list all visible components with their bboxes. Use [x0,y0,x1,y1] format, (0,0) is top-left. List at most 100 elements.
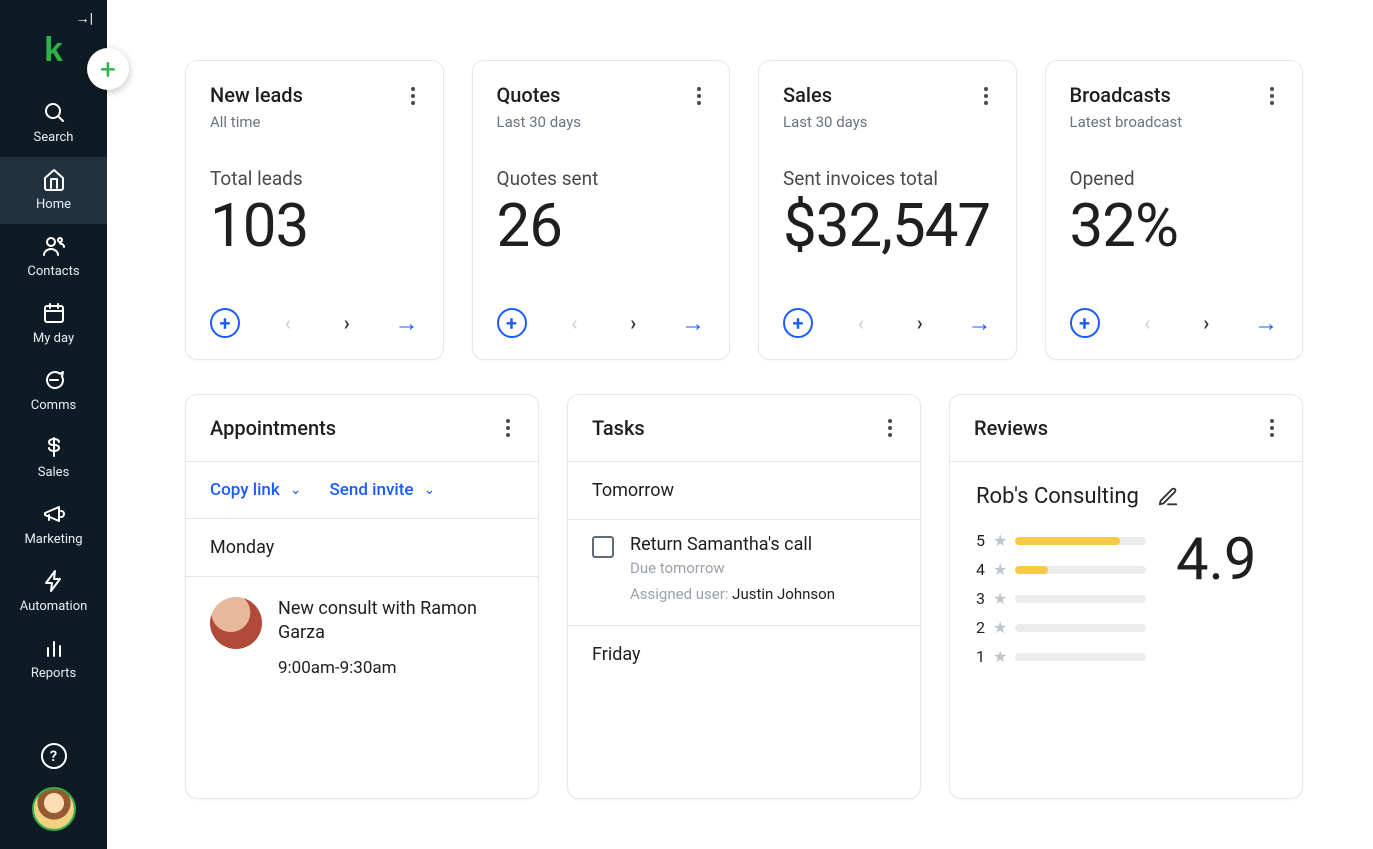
add-icon[interactable]: + [210,308,240,338]
next-icon[interactable]: › [909,307,931,339]
sidebar: →| k + Search Home Contacts My day Com [0,0,107,849]
bar-label: 5 [976,531,985,550]
open-arrow-icon[interactable]: → [395,309,419,338]
user-avatar[interactable] [32,787,76,831]
next-icon[interactable]: › [336,307,358,339]
day-heading: Friday [568,626,920,683]
star-icon: ★ [993,647,1007,666]
rating-bars: 5 ★ 4 ★ 3 ★ 2 ★ 1 ★ [976,531,1146,666]
help-icon[interactable]: ? [41,743,67,769]
link-label: Copy link [210,480,280,500]
assigned-user: Justin Johnson [732,585,835,603]
star-icon: ★ [993,589,1007,608]
bar-track [1015,653,1146,661]
card-menu-icon[interactable] [407,83,419,109]
bar-track [1015,624,1146,632]
nav-contacts[interactable]: Contacts [0,224,107,291]
home-icon [42,167,66,191]
reviews-card: Reviews Rob's Consulting 5 ★ 4 ★ 3 ★ 2 ★… [949,394,1303,799]
assigned-label: Assigned user: [630,585,732,603]
next-icon[interactable]: › [1195,307,1217,339]
reports-icon [42,636,66,660]
link-label: Send invite [330,480,414,500]
stat-label: Sent invoices total [783,167,992,190]
appointments-card: Appointments Copy link ⌄ Send invite ⌄ M… [185,394,539,799]
nav-label: Comms [31,398,76,413]
nav-label: Contacts [27,264,79,279]
open-arrow-icon[interactable]: → [681,309,705,338]
prev-icon: ‹ [850,307,872,339]
stat-value: 103 [210,196,419,256]
next-icon[interactable]: › [622,307,644,339]
appointment-title: New consult with Ramon Garza [278,597,514,646]
search-icon [42,100,66,124]
star-icon: ★ [993,560,1007,579]
nav-home[interactable]: Home [0,157,107,224]
stat-label: Quotes sent [497,167,706,190]
bar-track [1015,537,1146,545]
nav-label: Search [34,130,74,145]
task-checkbox[interactable] [592,536,614,558]
card-menu-icon[interactable] [502,415,514,441]
bar-fill [1015,566,1048,574]
reviews-title: Reviews [974,416,1048,440]
nav-label: My day [33,331,74,346]
bolt-icon [42,569,66,593]
stat-card: Broadcasts Latest broadcast Opened 32% +… [1045,60,1304,360]
nav-myday[interactable]: My day [0,291,107,358]
stat-title: Sales [783,83,868,107]
day-heading: Monday [186,519,538,577]
bar-label: 2 [976,618,985,637]
tasks-card: Tasks Tomorrow Return Samantha's call Du… [567,394,921,799]
rating-bar-row: 1 ★ [976,647,1146,666]
bar-label: 3 [976,589,985,608]
card-menu-icon[interactable] [1266,83,1278,109]
logo: k [44,31,63,70]
nav-label: Automation [20,599,88,614]
prev-icon: ‹ [277,307,299,339]
send-invite-dropdown[interactable]: Send invite ⌄ [330,480,436,500]
bar-label: 1 [976,647,985,666]
stats-row: New leads All time Total leads 103 + ‹ ›… [185,60,1303,360]
tasks-title: Tasks [592,416,645,440]
edit-icon[interactable] [1157,486,1179,508]
chat-icon [42,368,66,392]
stat-value: 32% [1070,196,1279,256]
add-button[interactable]: + [87,48,129,90]
day-heading: Tomorrow [568,462,920,520]
add-icon[interactable]: + [497,308,527,338]
open-arrow-icon[interactable]: → [1254,309,1278,338]
nav-search[interactable]: Search [0,90,107,157]
card-menu-icon[interactable] [1266,415,1278,441]
megaphone-icon [42,502,66,526]
nav-automation[interactable]: Automation [0,559,107,626]
contacts-icon [42,234,66,258]
stat-subtitle: Last 30 days [783,113,868,131]
money-icon [42,435,66,459]
stat-label: Total leads [210,167,419,190]
add-icon[interactable]: + [783,308,813,338]
task-due: Due tomorrow [630,559,835,577]
nav-sales[interactable]: Sales [0,425,107,492]
appointment-item[interactable]: New consult with Ramon Garza 9:00am-9:30… [186,577,538,698]
nav: Search Home Contacts My day Comms Sales [0,90,107,693]
bar-track [1015,566,1146,574]
card-menu-icon[interactable] [884,415,896,441]
chevron-down-icon: ⌄ [424,482,436,498]
nav-reports[interactable]: Reports [0,626,107,693]
nav-marketing[interactable]: Marketing [0,492,107,559]
copy-link-dropdown[interactable]: Copy link ⌄ [210,480,302,500]
stat-value: 26 [497,196,706,256]
add-icon[interactable]: + [1070,308,1100,338]
collapse-sidebar-icon[interactable]: →| [76,10,93,27]
card-menu-icon[interactable] [980,83,992,109]
card-menu-icon[interactable] [693,83,705,109]
open-arrow-icon[interactable]: → [968,309,992,338]
rating-value: 4.9 [1176,531,1257,589]
task-item[interactable]: Return Samantha's call Due tomorrow Assi… [568,520,920,626]
star-icon: ★ [993,618,1007,637]
nav-comms[interactable]: Comms [0,358,107,425]
stat-card: New leads All time Total leads 103 + ‹ ›… [185,60,444,360]
rating-bar-row: 5 ★ [976,531,1146,550]
stat-card: Quotes Last 30 days Quotes sent 26 + ‹ ›… [472,60,731,360]
